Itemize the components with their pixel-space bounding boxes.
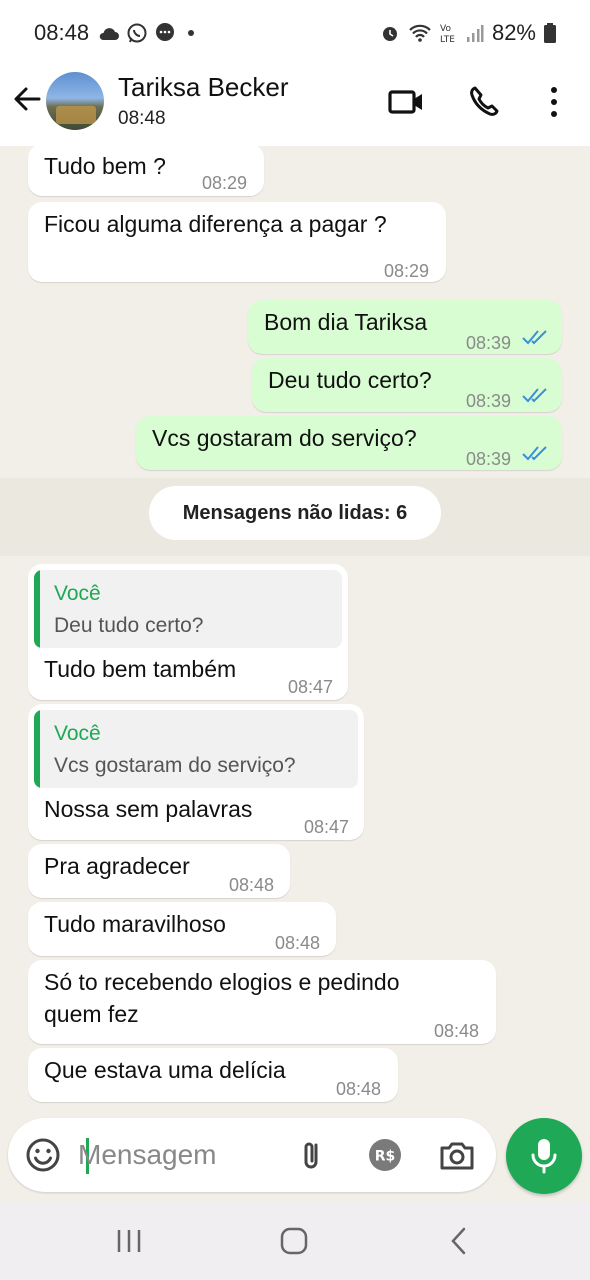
message-incoming[interactable]: Ficou alguma diferença a pagar ? 08:29 <box>28 202 446 282</box>
system-nav-bar <box>0 1202 590 1280</box>
quote-accent-bar <box>34 710 40 788</box>
quote-accent-bar <box>34 570 40 648</box>
attach-icon[interactable] <box>292 1136 330 1174</box>
quote-author: Você <box>54 722 101 745</box>
chat-header: Tariksa Becker 08:48 <box>0 66 590 146</box>
message-incoming[interactable]: Tudo bem ? 08:29 <box>28 146 264 196</box>
more-options-icon[interactable] <box>534 84 574 120</box>
message-text-line1: Só to recebendo elogios e pedindo <box>44 969 400 995</box>
signal-icon <box>466 25 484 42</box>
message-text: Vcs gostaram do serviço? <box>152 425 417 451</box>
read-receipt-icon <box>522 446 547 461</box>
message-incoming-reply[interactable]: Você Deu tudo certo? Tudo bem também 08:… <box>28 564 348 700</box>
emoji-icon[interactable] <box>24 1136 62 1174</box>
status-bar: 08:48 Vo LTE 82% <box>0 0 590 66</box>
message-incoming-reply[interactable]: Você Vcs gostaram do serviço? Nossa sem … <box>28 704 364 840</box>
microphone-icon <box>531 1139 557 1174</box>
message-incoming[interactable]: Que estava uma delícia 08:48 <box>28 1048 398 1102</box>
message-time: 08:47 <box>288 677 334 697</box>
svg-text:LTE: LTE <box>440 35 455 44</box>
message-text: Ficou alguma diferença a pagar ? <box>44 211 387 237</box>
svg-text:R$: R$ <box>375 1149 396 1165</box>
volte-icon: VoLTE <box>440 24 455 44</box>
message-text: Nossa sem palavras <box>44 796 253 822</box>
message-time: 08:39 <box>466 449 512 469</box>
message-time: 08:39 <box>466 391 512 411</box>
message-text: Tudo bem ? <box>44 153 166 179</box>
cloud-icon <box>99 28 119 40</box>
message-time: 08:48 <box>336 1079 382 1099</box>
read-receipt-icon <box>522 388 547 403</box>
message-incoming[interactable]: Tudo maravilhoso 08:48 <box>28 902 336 956</box>
alarm-icon <box>382 27 397 41</box>
message-text: Bom dia Tariksa <box>264 309 428 335</box>
message-text: Deu tudo certo? <box>268 367 432 393</box>
back-arrow-icon[interactable] <box>12 84 42 114</box>
avatar[interactable] <box>46 72 104 130</box>
message-time: 08:39 <box>466 333 512 353</box>
quote-author: Você <box>54 582 101 605</box>
message-text: Pra agradecer <box>44 853 190 879</box>
message-incoming[interactable]: Pra agradecer 08:48 <box>28 844 290 898</box>
wifi-icon <box>409 24 431 42</box>
status-time: 08:48 <box>34 20 90 45</box>
payment-icon[interactable]: R$ <box>366 1136 404 1174</box>
read-receipt-icon <box>522 330 547 345</box>
quoted-message[interactable]: Você Deu tudo certo? <box>34 570 342 648</box>
whatsapp-icon <box>127 23 147 43</box>
message-time: 08:29 <box>384 261 430 281</box>
message-text: Que estava uma delícia <box>44 1057 286 1083</box>
home-icon[interactable] <box>279 1226 309 1256</box>
nav-back-icon[interactable] <box>444 1226 474 1256</box>
message-time: 08:48 <box>434 1021 480 1041</box>
message-outgoing[interactable]: Bom dia Tariksa 08:39 <box>248 300 562 354</box>
contact-status: 08:48 <box>118 108 166 129</box>
message-time: 08:47 <box>304 817 350 837</box>
message-time: 08:48 <box>229 875 275 895</box>
message-incoming[interactable]: Só to recebendo elogios e pedindo quem f… <box>28 960 496 1044</box>
quote-text: Vcs gostaram do serviço? <box>54 754 296 777</box>
message-time: 08:48 <box>275 933 321 953</box>
unread-divider: Mensagens não lidas: 6 <box>0 478 590 556</box>
message-text-line2: quem fez <box>44 1001 139 1027</box>
video-call-icon[interactable] <box>386 84 426 120</box>
battery-icon <box>544 23 556 43</box>
message-outgoing[interactable]: Deu tudo certo? 08:39 <box>252 358 562 412</box>
svg-text:Vo: Vo <box>440 24 451 34</box>
quoted-message[interactable]: Você Vcs gostaram do serviço? <box>34 710 358 788</box>
message-text: Tudo bem também <box>44 656 237 682</box>
camera-icon[interactable] <box>438 1136 476 1174</box>
quote-text: Deu tudo certo? <box>54 614 204 637</box>
message-composer[interactable]: R$ <box>8 1118 496 1192</box>
message-icon <box>156 23 174 41</box>
voice-call-icon[interactable] <box>466 84 506 120</box>
message-outgoing[interactable]: Vcs gostaram do serviço? 08:39 <box>136 416 562 470</box>
chat-area[interactable]: Tudo bem ? 08:29 Ficou alguma diferença … <box>0 146 590 1114</box>
dot-icon <box>188 30 194 36</box>
message-text: Tudo maravilhoso <box>44 911 226 937</box>
message-input[interactable] <box>78 1130 278 1180</box>
recent-apps-icon[interactable] <box>114 1226 144 1256</box>
microphone-button[interactable] <box>506 1118 582 1194</box>
unread-count-label: Mensagens não lidas: 6 <box>149 486 441 540</box>
contact-name[interactable]: Tariksa Becker <box>118 72 289 103</box>
battery-percent: 82% <box>491 20 536 45</box>
message-time: 08:29 <box>202 173 248 193</box>
